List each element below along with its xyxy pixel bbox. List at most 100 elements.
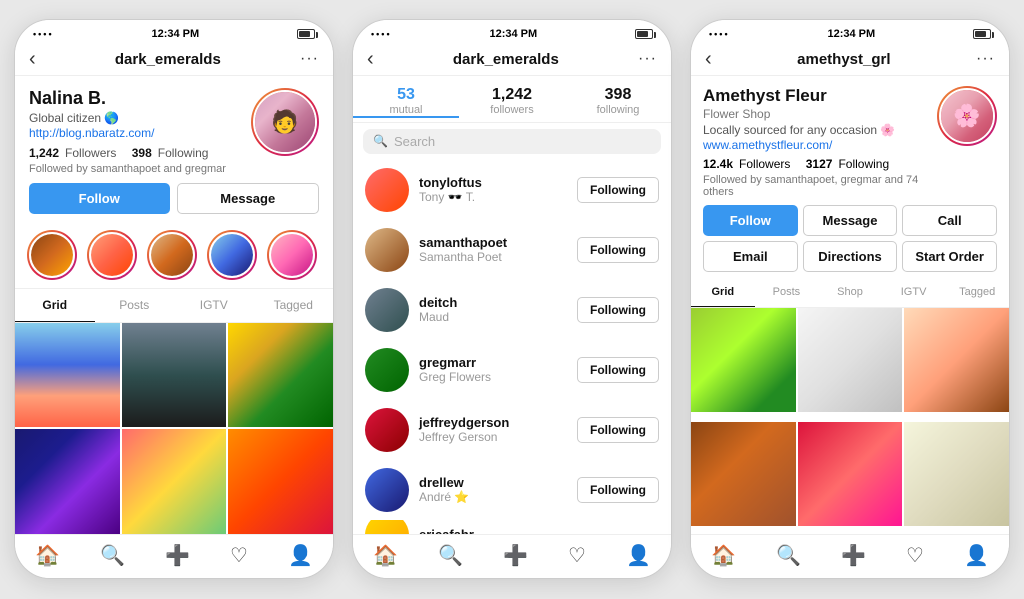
profile-actions-1: Follow Message [29,183,319,214]
profile-icon-2[interactable]: 👤 [626,543,651,568]
add-icon-1[interactable]: ➕ [165,543,190,568]
followers-count-2: 1,242 [459,86,565,104]
start-order-button-3[interactable]: Start Order [902,241,997,272]
tab-igtv-1[interactable]: IGTV [174,289,254,322]
back-button-2[interactable]: ‹ [367,48,374,71]
tab-grid-3[interactable]: Grid [691,278,755,307]
heart-icon-2[interactable]: ♡ [568,543,586,568]
follower-username-6[interactable]: drellew [419,475,567,490]
tab-grid-1[interactable]: Grid [15,289,95,322]
tab-tagged-3[interactable]: Tagged [945,278,1009,307]
grid-cell-3-3[interactable] [904,308,1009,413]
bottom-nav-1: 🏠 🔍 ➕ ♡ 👤 [15,534,333,578]
follower-avatar-4[interactable] [365,348,409,392]
more-menu-1[interactable]: ··· [300,50,319,68]
following-button-2[interactable]: Following [577,237,659,263]
follower-username-1[interactable]: tonyloftus [419,175,567,190]
email-button-3[interactable]: Email [703,241,798,272]
follower-avatar-2[interactable] [365,228,409,272]
profile-info-1: Nalina B. Global citizen 🌎 http://blog.n… [29,88,226,175]
add-icon-3[interactable]: ➕ [841,543,866,568]
follower-username-3[interactable]: deitch [419,295,567,310]
phones-container: •••• 12:34 PM ‹ dark_emeralds ··· Nalina… [0,0,1024,599]
story-5[interactable] [267,230,317,280]
following-button-5[interactable]: Following [577,417,659,443]
more-menu-3[interactable]: ··· [976,50,995,68]
profile-icon-1[interactable]: 👤 [288,543,313,568]
add-icon-2[interactable]: ➕ [503,543,528,568]
message-button-3[interactable]: Message [803,205,898,236]
follower-username-5[interactable]: jeffreydgerson [419,415,567,430]
more-menu-2[interactable]: ··· [638,50,657,68]
back-button-3[interactable]: ‹ [705,48,712,71]
follower-avatar-1[interactable] [365,168,409,212]
grid-cell-3-2[interactable] [798,308,903,413]
following-button-1[interactable]: Following [577,177,659,203]
home-icon-3[interactable]: 🏠 [711,543,736,568]
message-button-1[interactable]: Message [177,183,320,214]
call-button-3[interactable]: Call [902,205,997,236]
tab-posts-1[interactable]: Posts [95,289,175,322]
avatar-inner-1: 🧑 [253,90,317,154]
tab-igtv-3[interactable]: IGTV [882,278,946,307]
following-button-3[interactable]: Following [577,297,659,323]
follower-username-4[interactable]: gregmarr [419,355,567,370]
follower-avatar-3[interactable] [365,288,409,332]
grid-cell-3-4[interactable] [691,422,796,527]
following-count-3: 3127 [806,157,833,171]
time-3: 12:34 PM [827,28,875,40]
signal-dots-2: •••• [371,29,392,39]
search-icon-nav-3[interactable]: 🔍 [776,543,801,568]
tab-tagged-1[interactable]: Tagged [254,289,334,322]
follower-avatar-7[interactable] [365,520,409,534]
search-icon-nav-2[interactable]: 🔍 [438,543,463,568]
following-button-6[interactable]: Following [577,477,659,503]
grid-cell-3-1[interactable] [691,308,796,413]
follower-info-6: drellew André ⭐ [419,475,567,504]
profile-link-3[interactable]: www.amethystfleur.com/ [703,138,937,152]
profile-link-1[interactable]: http://blog.nbaratz.com/ [29,126,226,140]
profile-top-1: Nalina B. Global citizen 🌎 http://blog.n… [29,88,319,175]
follow-button-3[interactable]: Follow [703,205,798,236]
tab-posts-3[interactable]: Posts [755,278,819,307]
grid-cell-3[interactable] [228,323,333,428]
avatar-inner-3: 🌸 [939,88,995,144]
grid-cell-3-6[interactable] [904,422,1009,527]
home-icon-1[interactable]: 🏠 [35,543,60,568]
followers-tab[interactable]: 1,242 followers [459,86,565,118]
story-3[interactable] [147,230,197,280]
following-button-4[interactable]: Following [577,357,659,383]
follower-avatar-6[interactable] [365,468,409,512]
signal-dots-1: •••• [33,29,54,39]
nav-title-3: amethyst_grl [797,51,890,68]
following-tab[interactable]: 398 following [565,86,671,118]
grid-cell-2[interactable] [122,323,227,428]
story-1[interactable] [27,230,77,280]
profile-icon-3[interactable]: 👤 [964,543,989,568]
follower-name-3: Maud [419,310,567,324]
followers-count-1: 1,242 [29,146,59,160]
grid-cell-3-5[interactable] [798,422,903,527]
grid-cell-4[interactable] [15,429,120,534]
follower-avatar-5[interactable] [365,408,409,452]
mutual-tab[interactable]: 53 mutual [353,86,459,118]
heart-icon-1[interactable]: ♡ [230,543,248,568]
grid-cell-5[interactable] [122,429,227,534]
home-icon-2[interactable]: 🏠 [373,543,398,568]
follow-button-1[interactable]: Follow [29,183,170,214]
search-input-wrap[interactable]: 🔍 Search [363,129,661,154]
story-2[interactable] [87,230,137,280]
search-icon-1[interactable]: 🔍 [100,543,125,568]
follower-username-2[interactable]: samanthapoet [419,235,567,250]
grid-cell-1[interactable] [15,323,120,428]
follower-name-6: André ⭐ [419,490,567,504]
back-button-1[interactable]: ‹ [29,48,36,71]
tabs-3: Grid Posts Shop IGTV Tagged [691,278,1009,308]
directions-button-3[interactable]: Directions [803,241,898,272]
heart-icon-3[interactable]: ♡ [906,543,924,568]
story-4[interactable] [207,230,257,280]
grid-cell-6[interactable] [228,429,333,534]
battery-2 [635,29,653,39]
list-item: deitch Maud Following [353,280,671,340]
tab-shop-3[interactable]: Shop [818,278,882,307]
